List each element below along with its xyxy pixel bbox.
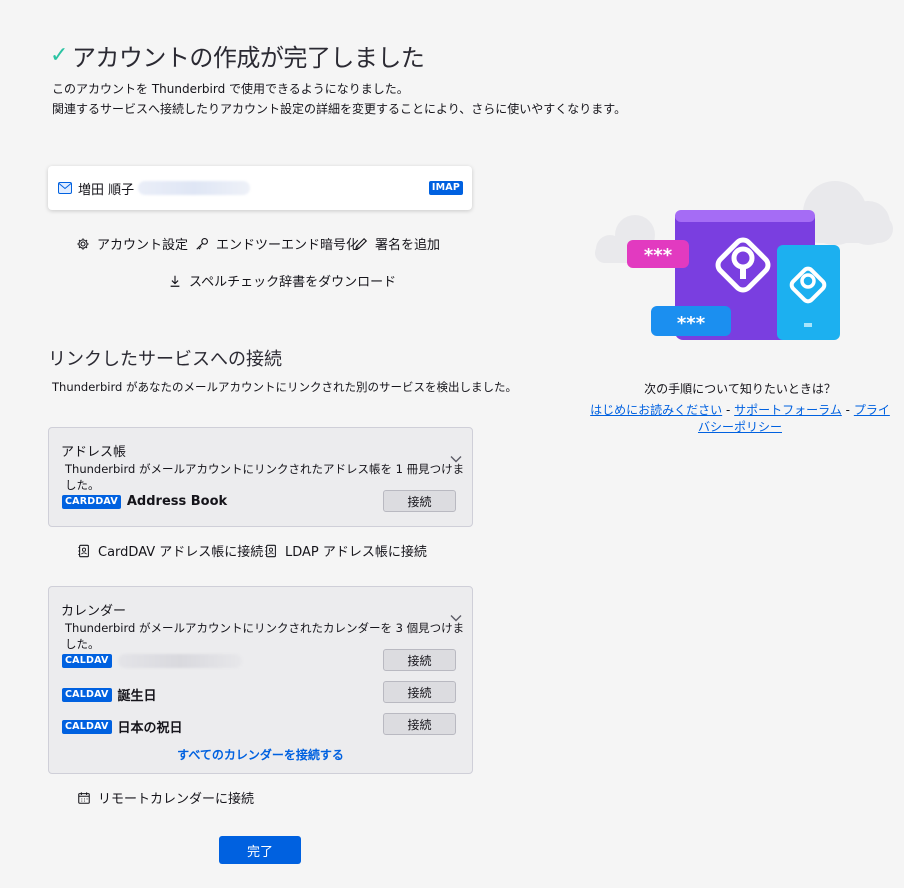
- pencil-icon: [354, 237, 368, 250]
- connect-calendar-button[interactable]: 接続: [383, 649, 456, 671]
- account-email-redacted: [138, 181, 251, 195]
- key-icon: [196, 237, 208, 250]
- addressbook-row: CARDDAV Address Book: [62, 494, 227, 509]
- connect-all-calendars-link[interactable]: すべてのカレンダーを接続する: [49, 746, 472, 763]
- connect-carddav-button[interactable]: CardDAV アドレス帳に接続: [77, 541, 263, 560]
- calendar-row: CALDAV 誕生日: [62, 685, 157, 704]
- addressbook-panel: アドレス帳 Thunderbird がメールアカウントにリンクされたアドレス帳を…: [48, 427, 473, 527]
- connect-remote-calendar-button[interactable]: リモートカレンダーに接続: [77, 788, 254, 807]
- download-dictionary-button[interactable]: スペルチェック辞書をダウンロード: [168, 271, 396, 290]
- chevron-down-icon[interactable]: [450, 614, 462, 622]
- carddav-badge: CARDDAV: [62, 494, 121, 509]
- add-signature-button[interactable]: 署名を追加: [354, 234, 440, 253]
- next-steps-question: 次の手順について知りたいときは？: [644, 382, 836, 396]
- help-links: はじめにお読みください - サポートフォーラム - プライバシーポリシー: [590, 403, 890, 434]
- addressbook-desc: Thunderbird がメールアカウントにリンクされたアドレス帳を 1 冊見つ…: [65, 462, 465, 492]
- calendar-icon: [78, 791, 90, 804]
- checkmark-icon: ✓: [50, 43, 68, 68]
- description-line-1: このアカウントを Thunderbird で使用できるようになりました。: [52, 82, 409, 96]
- password-mask-text: ***: [644, 245, 673, 266]
- calendar-row: CALDAV 日本の祝日: [62, 717, 183, 736]
- chevron-down-icon[interactable]: [450, 455, 462, 463]
- next-steps-help: 次の手順について知りたいときは？ はじめにお読みください - サポートフォーラム…: [590, 380, 890, 435]
- calendar-desc: Thunderbird がメールアカウントにリンクされたカレンダーを 3 個見つ…: [65, 621, 465, 651]
- connect-calendar-button[interactable]: 接続: [383, 713, 456, 735]
- done-button[interactable]: 完了: [219, 836, 301, 864]
- page-title: ✓ アカウントの作成が完了しました: [50, 43, 425, 72]
- calendar-title: カレンダー: [61, 604, 127, 619]
- connect-addressbook-button[interactable]: 接続: [383, 490, 456, 512]
- support-forum-link[interactable]: サポートフォーラム: [734, 403, 842, 417]
- e2e-encryption-button[interactable]: エンドツーエンド暗号化: [195, 234, 359, 253]
- caldav-badge: CALDAV: [62, 654, 112, 668]
- mail-account-icon: [58, 182, 72, 194]
- calendar-row: CALDAV: [62, 654, 242, 668]
- account-settings-button[interactable]: アカウント設定: [76, 234, 188, 253]
- account-card: 増田 順子 IMAP: [48, 166, 472, 210]
- calendar-name-redacted: [117, 654, 242, 668]
- addressbook-title: アドレス帳: [61, 445, 127, 460]
- calendar-name: 日本の祝日: [117, 721, 183, 736]
- connect-calendar-button[interactable]: 接続: [383, 681, 456, 703]
- address-book-icon: [265, 544, 276, 557]
- account-name: 増田 順子: [78, 182, 135, 198]
- description-line-2: 関連するサービスへ接続したりアカウント設定の詳細を変更することにより、さらに使い…: [52, 102, 627, 116]
- getting-started-link[interactable]: はじめにお読みください: [590, 403, 722, 417]
- connect-ldap-button[interactable]: LDAP アドレス帳に接続: [264, 541, 427, 560]
- protocol-badge: IMAP: [428, 181, 463, 195]
- calendar-name: 誕生日: [117, 689, 157, 704]
- password-mask-text: ***: [677, 313, 706, 334]
- addressbook-name: Address Book: [126, 494, 228, 509]
- caldav-badge: CALDAV: [62, 719, 112, 734]
- gear-icon: [77, 237, 89, 250]
- address-book-icon: [78, 544, 89, 557]
- linked-services-title: リンクしたサービスへの接続: [48, 349, 282, 370]
- linked-services-desc: Thunderbird があなたのメールアカウントにリンクされた別のサービスを検…: [52, 380, 517, 394]
- account-security-illustration: *** ***: [595, 181, 893, 340]
- download-icon: [170, 275, 180, 287]
- caldav-badge: CALDAV: [62, 687, 112, 702]
- calendar-panel: カレンダー Thunderbird がメールアカウントにリンクされたカレンダーを…: [48, 586, 473, 774]
